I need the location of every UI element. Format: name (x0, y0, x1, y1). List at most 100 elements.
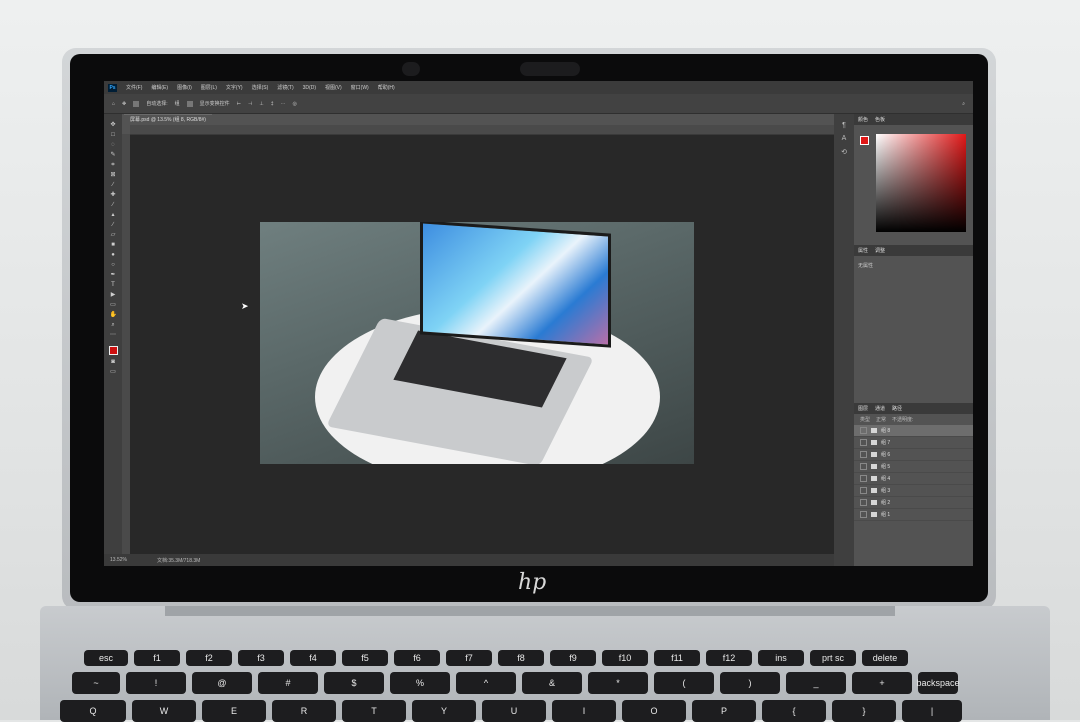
eye-icon[interactable] (860, 487, 867, 494)
layer-row[interactable]: 组 1 (854, 509, 973, 521)
eye-icon[interactable] (860, 463, 867, 470)
layer-row[interactable]: 组 6 (854, 449, 973, 461)
auto-select-checkbox[interactable] (133, 100, 140, 107)
move-icon[interactable]: ✥ (110, 122, 117, 128)
key[interactable]: ( (654, 672, 714, 694)
align-left-icon[interactable]: ⊢ (237, 101, 241, 107)
menu-layer[interactable]: 图层(L) (201, 84, 217, 91)
key[interactable]: f9 (550, 650, 596, 666)
align-center-icon[interactable]: ⊣ (248, 101, 252, 107)
key[interactable]: f3 (238, 650, 284, 666)
dodge-icon[interactable]: ○ (110, 262, 117, 268)
character-icon[interactable]: A (842, 135, 847, 142)
more-tools-icon[interactable]: ⋯ (110, 332, 117, 338)
layer-kind-filter[interactable]: 类型 (860, 416, 870, 423)
key[interactable]: backspace (916, 672, 960, 694)
key[interactable]: { (762, 700, 826, 722)
key[interactable]: f12 (706, 650, 752, 666)
key[interactable]: f8 (498, 650, 544, 666)
distribute-icon[interactable]: ‡ (271, 101, 274, 107)
screen-mode-icon[interactable]: ▭ (110, 369, 117, 375)
frame-icon[interactable]: ⊠ (110, 172, 117, 178)
key[interactable]: & (522, 672, 582, 694)
key[interactable]: $ (324, 672, 384, 694)
key[interactable]: delete (862, 650, 908, 666)
key[interactable]: W (132, 700, 196, 722)
eye-icon[interactable] (860, 475, 867, 482)
search-icon[interactable]: ⌕ (962, 101, 965, 107)
auto-select-target[interactable]: 组 (175, 100, 180, 107)
key[interactable]: + (852, 672, 912, 694)
path-select-icon[interactable]: ▶ (110, 292, 117, 298)
key[interactable]: @ (192, 672, 252, 694)
eye-icon[interactable] (860, 511, 867, 518)
key[interactable]: f4 (290, 650, 336, 666)
history-icon[interactable]: ⟲ (841, 148, 847, 156)
key[interactable]: ~ (72, 672, 120, 694)
3d-mode-icon[interactable]: ◎ (293, 101, 297, 107)
key[interactable]: I (552, 700, 616, 722)
align-right-icon[interactable]: ⊥ (259, 101, 263, 107)
foreground-color-swatch[interactable] (108, 346, 118, 355)
menu-filter[interactable]: 滤镜(T) (277, 84, 293, 91)
gradient-icon[interactable]: ■ (110, 242, 117, 248)
menu-edit[interactable]: 编辑(E) (151, 84, 168, 91)
key[interactable]: f10 (602, 650, 648, 666)
color-picker-field[interactable] (876, 134, 966, 232)
key[interactable]: f2 (186, 650, 232, 666)
eraser-icon[interactable]: ▱ (110, 232, 117, 238)
zoom-level[interactable]: 13.52% (110, 557, 127, 563)
hand-icon[interactable]: ✋ (110, 312, 117, 318)
tab-color[interactable]: 颜色 (858, 116, 868, 123)
more-options-icon[interactable]: ⋯ (281, 101, 286, 107)
key[interactable]: esc (84, 650, 128, 666)
menu-view[interactable]: 视图(V) (325, 84, 342, 91)
menu-type[interactable]: 文字(Y) (226, 84, 243, 91)
tab-paths[interactable]: 路径 (892, 405, 902, 412)
eyedropper-icon[interactable]: ∕ (110, 182, 117, 188)
eye-icon[interactable] (860, 427, 867, 434)
key[interactable]: P (692, 700, 756, 722)
menu-file[interactable]: 文件(F) (126, 84, 142, 91)
crop-icon[interactable]: ⌗ (110, 162, 117, 168)
key[interactable]: ) (720, 672, 780, 694)
key[interactable]: ins (758, 650, 804, 666)
tab-properties[interactable]: 属性 (858, 247, 868, 254)
quick-select-icon[interactable]: ✎ (110, 152, 117, 158)
pen-icon[interactable]: ✒ (110, 272, 117, 278)
key[interactable]: f11 (654, 650, 700, 666)
zoom-icon[interactable]: ⌕ (110, 322, 117, 328)
move-tool-icon[interactable]: ✥ (122, 101, 126, 107)
key[interactable]: | (902, 700, 962, 722)
key[interactable]: f6 (394, 650, 440, 666)
layer-row[interactable]: 组 3 (854, 485, 973, 497)
tab-channels[interactable]: 通道 (875, 405, 885, 412)
stamp-icon[interactable]: ▴ (110, 212, 117, 218)
menu-3d[interactable]: 3D(D) (303, 85, 316, 91)
color-swatch-foreground[interactable] (860, 136, 869, 145)
key[interactable]: * (588, 672, 648, 694)
type-icon[interactable]: T (110, 282, 117, 288)
key[interactable]: f1 (134, 650, 180, 666)
blend-mode-select[interactable]: 正常 (876, 416, 886, 423)
marquee-icon[interactable]: □ (110, 132, 117, 138)
key[interactable]: T (342, 700, 406, 722)
key[interactable]: ^ (456, 672, 516, 694)
key[interactable]: prt sc (810, 650, 856, 666)
key[interactable]: % (390, 672, 450, 694)
key[interactable]: Q (60, 700, 126, 722)
layer-row[interactable]: 组 4 (854, 473, 973, 485)
lasso-icon[interactable]: ◌ (110, 142, 117, 148)
healing-icon[interactable]: ✚ (110, 192, 117, 198)
history-brush-icon[interactable]: ∕ (110, 222, 117, 228)
key[interactable]: _ (786, 672, 846, 694)
menu-window[interactable]: 窗口(W) (351, 84, 369, 91)
brush-icon[interactable]: ∕ (110, 202, 117, 208)
key[interactable]: U (482, 700, 546, 722)
transform-checkbox[interactable] (186, 100, 193, 107)
key[interactable]: f5 (342, 650, 388, 666)
layer-row[interactable]: 组 5 (854, 461, 973, 473)
menu-help[interactable]: 帮助(H) (378, 84, 395, 91)
tab-swatches[interactable]: 色板 (875, 116, 885, 123)
menu-image[interactable]: 图像(I) (177, 84, 192, 91)
